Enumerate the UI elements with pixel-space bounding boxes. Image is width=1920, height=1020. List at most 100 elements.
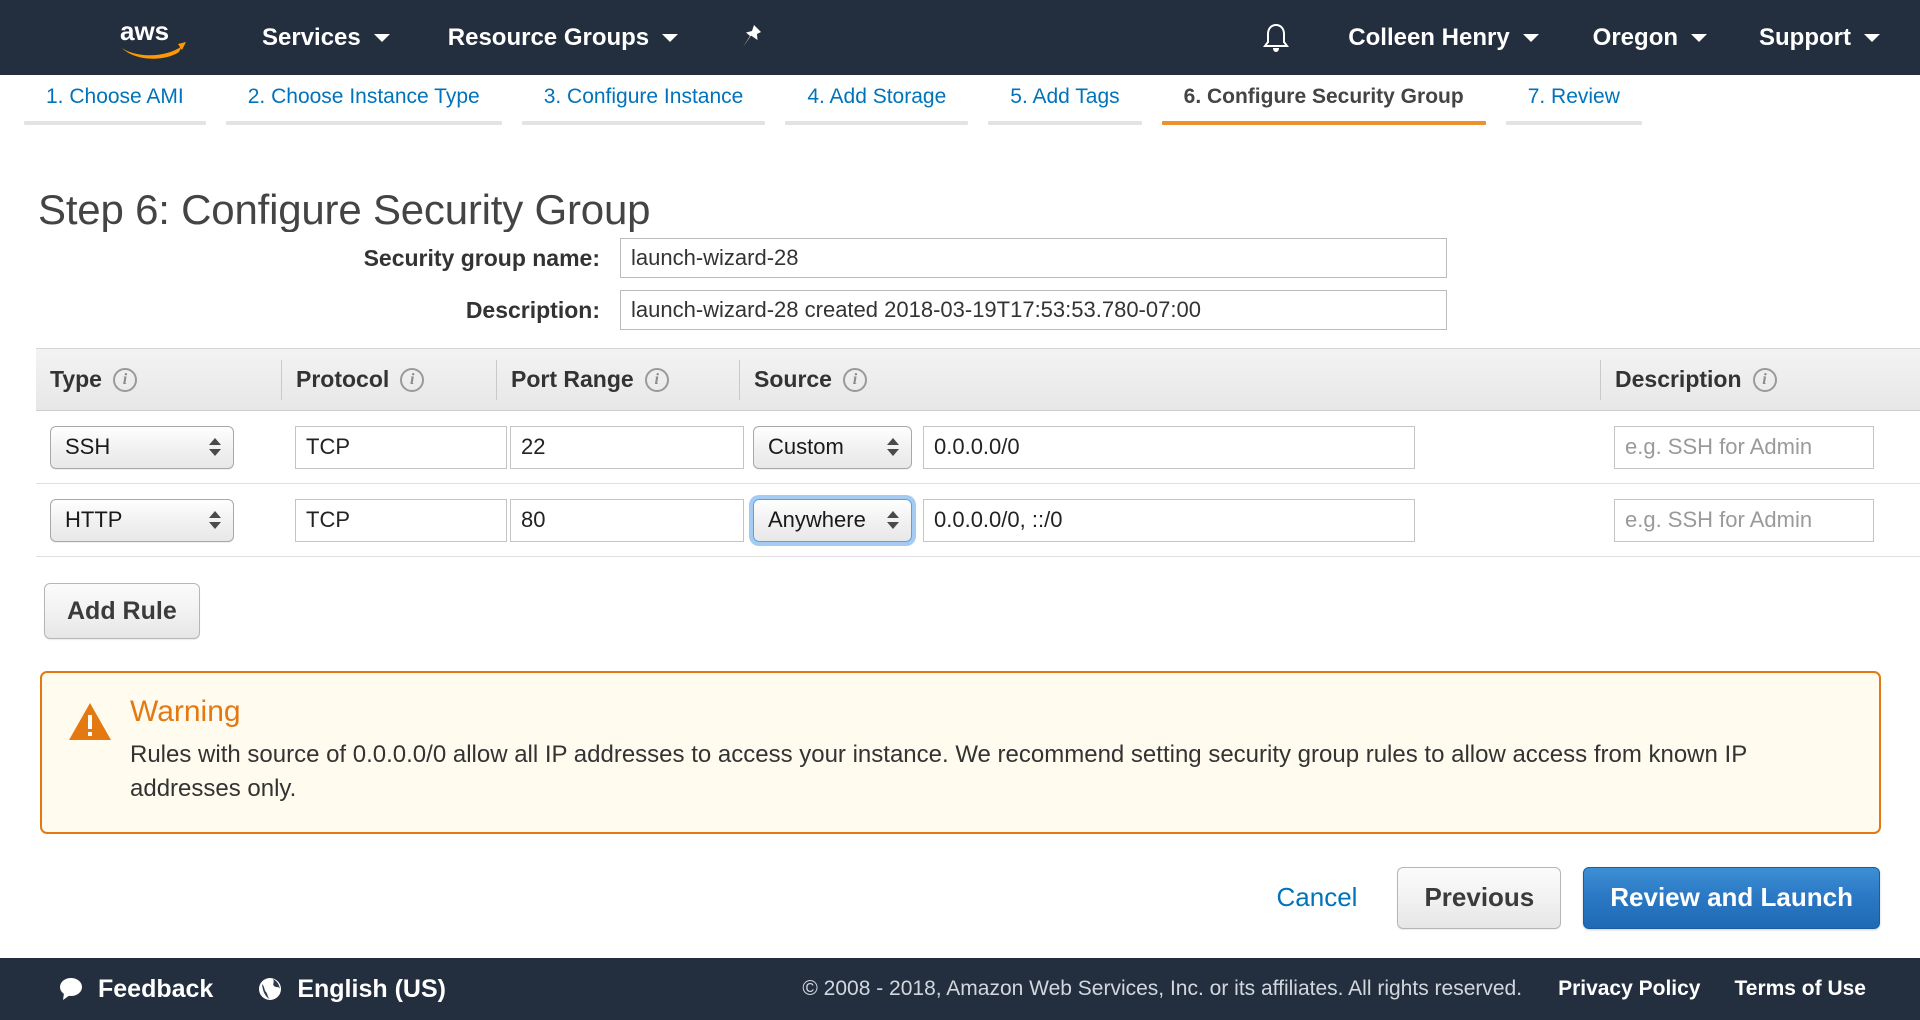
cancel-button[interactable]: Cancel <box>1271 881 1364 914</box>
rule-type-select[interactable]: HTTP <box>50 499 234 542</box>
column-header-type: Type i <box>36 360 281 400</box>
security-group-description-input[interactable] <box>620 290 1447 330</box>
wizard-tab-7[interactable]: 7. Review <box>1506 75 1642 125</box>
column-header-protocol-label: Protocol <box>296 366 389 393</box>
nav-services-label: Services <box>262 24 361 52</box>
chevron-down-icon <box>1864 34 1880 42</box>
rule-description-cell <box>1600 426 1920 469</box>
nav-region-menu[interactable]: Oregon <box>1593 0 1707 75</box>
wizard-tab-3[interactable]: 3. Configure Instance <box>522 75 766 125</box>
privacy-policy-link[interactable]: Privacy Policy <box>1558 977 1700 1001</box>
rule-source-cell: Custom <box>739 426 1600 469</box>
rule-source-kind-value: Custom <box>768 434 844 460</box>
security-group-description-row: Description: <box>0 284 1920 336</box>
column-header-protocol: Protocol i <box>281 360 496 400</box>
rule-port-range-input[interactable] <box>510 499 744 542</box>
wizard-action-bar: Cancel Previous Review and Launch <box>0 836 1920 958</box>
wizard-tab-7-underline <box>1506 121 1642 125</box>
rule-protocol-input <box>295 426 507 469</box>
page-footer: Feedback English (US) © 2008 - 2018, Ama… <box>0 958 1920 1020</box>
security-group-name-row: Security group name: <box>0 232 1920 284</box>
rule-description-input[interactable] <box>1614 499 1874 542</box>
rule-protocol-cell <box>281 426 496 469</box>
rule-type-cell: HTTP <box>36 499 281 542</box>
pin-icon[interactable] <box>738 0 764 75</box>
chevron-down-icon <box>1691 34 1707 42</box>
info-icon[interactable]: i <box>843 368 867 392</box>
stepper-arrows-icon <box>209 438 221 456</box>
wizard-tab-6[interactable]: 6. Configure Security Group <box>1162 75 1486 125</box>
rule-type-cell: SSH <box>36 426 281 469</box>
rule-protocol-cell <box>281 499 496 542</box>
column-header-port-range: Port Range i <box>496 360 739 400</box>
svg-text:aws: aws <box>120 16 169 46</box>
notifications-bell-icon[interactable] <box>1262 22 1290 54</box>
feedback-label: Feedback <box>98 975 213 1004</box>
chevron-down-icon <box>1523 34 1539 42</box>
rule-protocol-input <box>295 499 507 542</box>
security-group-name-input[interactable] <box>620 238 1447 278</box>
aws-logo[interactable]: aws <box>118 16 190 60</box>
info-icon[interactable]: i <box>1753 368 1777 392</box>
terms-of-use-link[interactable]: Terms of Use <box>1735 977 1867 1001</box>
rule-source-select[interactable]: Custom <box>753 426 912 469</box>
rule-port-range-cell <box>496 499 739 542</box>
page-title: Step 6: Configure Security Group <box>38 186 650 234</box>
warning-triangle-icon <box>68 695 130 806</box>
wizard-tab-5[interactable]: 5. Add Tags <box>988 75 1141 125</box>
nav-services[interactable]: Services <box>262 0 390 75</box>
global-navigation-bar: aws Services Resource Groups Colleen Hen… <box>0 0 1920 75</box>
wizard-tab-4[interactable]: 4. Add Storage <box>785 75 968 125</box>
wizard-tab-7-label: 7. Review <box>1506 85 1642 121</box>
wizard-tab-2[interactable]: 2. Choose Instance Type <box>226 75 502 125</box>
rule-port-range-input[interactable] <box>510 426 744 469</box>
wizard-tab-5-underline <box>988 121 1141 125</box>
language-selector[interactable]: English (US) <box>257 975 446 1004</box>
info-icon[interactable]: i <box>113 368 137 392</box>
copyright-text: © 2008 - 2018, Amazon Web Services, Inc.… <box>802 977 1522 1001</box>
column-header-description-label: Description <box>1615 366 1742 393</box>
wizard-tab-1[interactable]: 1. Choose AMI <box>24 75 206 125</box>
rule-description-input[interactable] <box>1614 426 1874 469</box>
rule-type-select[interactable]: SSH <box>50 426 234 469</box>
security-group-description-label: Description: <box>0 297 620 324</box>
rule-port-range-cell <box>496 426 739 469</box>
nav-support-menu[interactable]: Support <box>1759 0 1880 75</box>
rule-source-kind-value: Anywhere <box>768 507 866 533</box>
column-header-port-range-label: Port Range <box>511 366 634 393</box>
nav-region-label: Oregon <box>1593 24 1678 52</box>
nav-account-label: Colleen Henry <box>1348 24 1509 52</box>
add-rule-button[interactable]: Add Rule <box>44 583 200 639</box>
rule-source-select[interactable]: Anywhere <box>753 499 912 542</box>
info-icon[interactable]: i <box>645 368 669 392</box>
wizard-tab-2-label: 2. Choose Instance Type <box>226 85 502 121</box>
rule-type-value: SSH <box>65 434 110 460</box>
wizard-tab-3-label: 3. Configure Instance <box>522 85 766 121</box>
warning-message: Rules with source of 0.0.0.0/0 allow all… <box>130 738 1790 806</box>
nav-resource-groups-label: Resource Groups <box>448 24 649 52</box>
column-header-source: Source i <box>739 360 1600 400</box>
table-row: SSH Custom <box>36 411 1920 484</box>
rule-description-cell <box>1600 499 1920 542</box>
feedback-link[interactable]: Feedback <box>58 975 213 1004</box>
rule-source-cell: Anywhere <box>739 499 1600 542</box>
rule-source-value-input[interactable] <box>923 499 1415 542</box>
warning-title: Warning <box>130 695 1853 728</box>
rules-table-header: Type i Protocol i Port Range i Source i … <box>36 349 1920 411</box>
rule-source-value-input[interactable] <box>923 426 1415 469</box>
wizard-tab-5-label: 5. Add Tags <box>988 85 1141 121</box>
language-label: English (US) <box>297 975 446 1004</box>
wizard-tab-1-underline <box>24 121 206 125</box>
nav-resource-groups[interactable]: Resource Groups <box>448 0 678 75</box>
review-and-launch-button[interactable]: Review and Launch <box>1583 867 1880 929</box>
wizard-tab-6-underline <box>1162 121 1486 125</box>
info-icon[interactable]: i <box>400 368 424 392</box>
previous-button[interactable]: Previous <box>1397 867 1561 929</box>
wizard-tab-4-label: 4. Add Storage <box>785 85 968 121</box>
warning-banner: Warning Rules with source of 0.0.0.0/0 a… <box>40 671 1881 834</box>
wizard-tab-4-underline <box>785 121 968 125</box>
chevron-down-icon <box>374 34 390 42</box>
nav-account-menu[interactable]: Colleen Henry <box>1348 0 1538 75</box>
wizard-tab-2-underline <box>226 121 502 125</box>
rule-type-value: HTTP <box>65 507 122 533</box>
